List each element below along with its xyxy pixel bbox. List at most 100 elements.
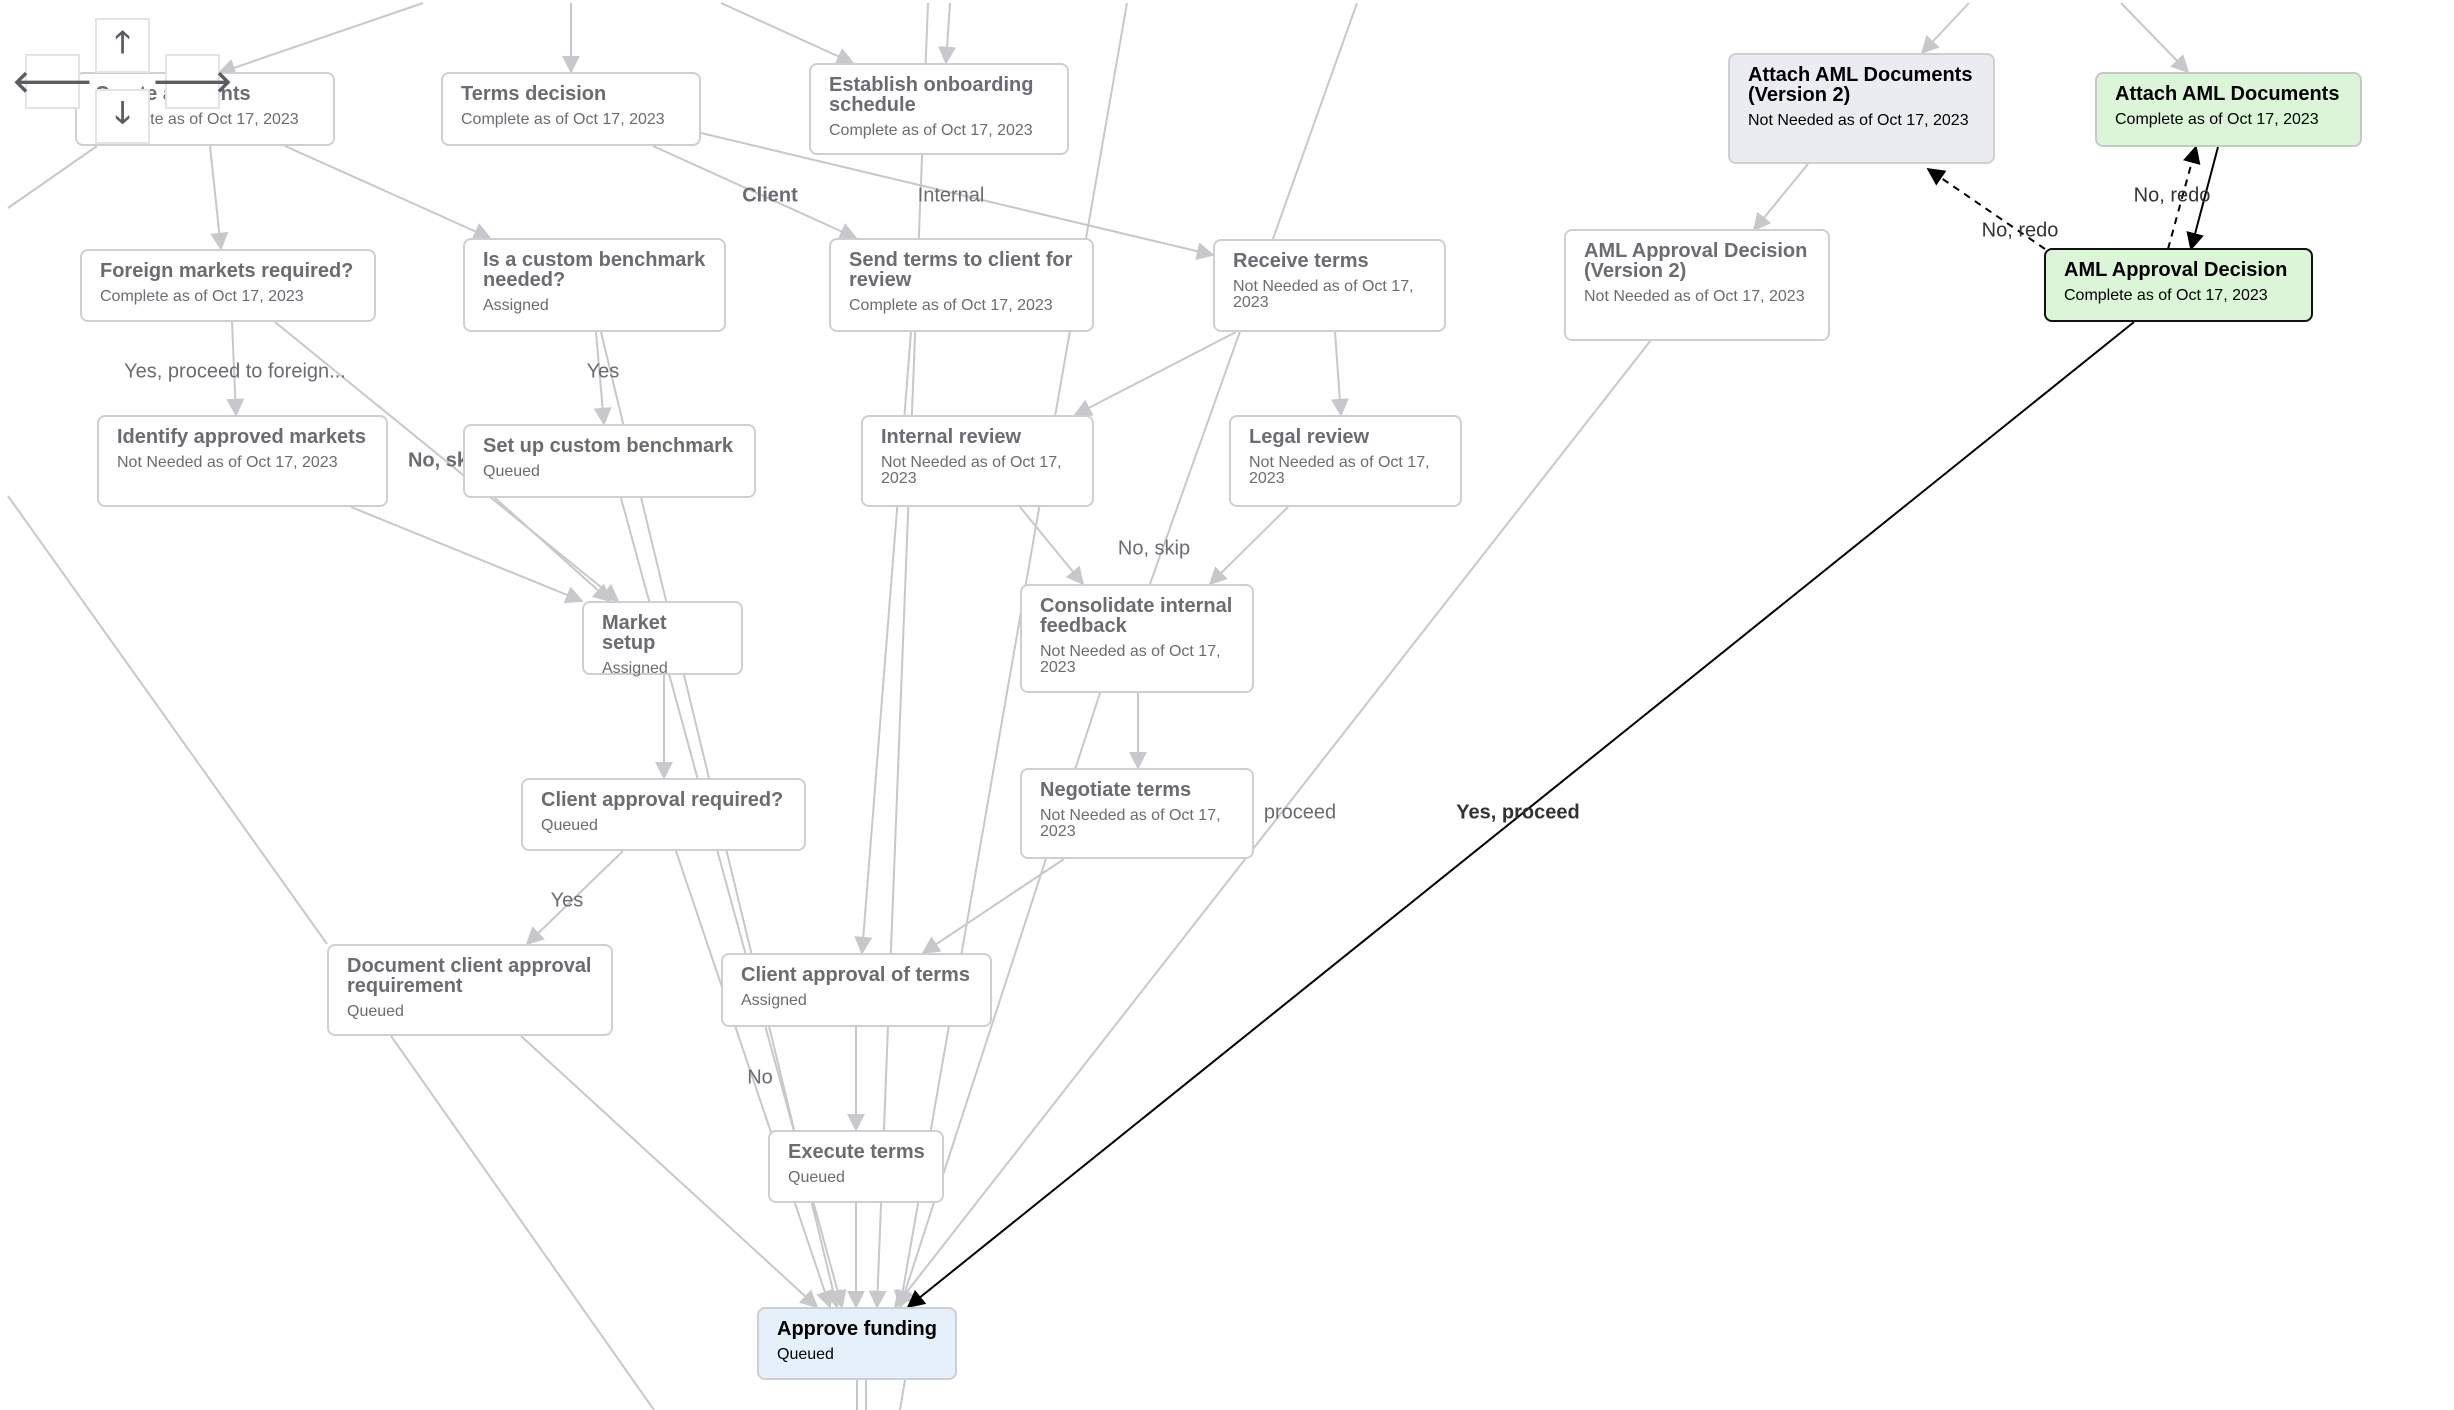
node-negotiate-terms[interactable]: Negotiate terms Not Needed as of Oct 17,… bbox=[1020, 768, 1254, 859]
node-title: Execute terms bbox=[788, 1141, 925, 1163]
node-status: Queued bbox=[541, 817, 598, 834]
node-internal-review[interactable]: Internal review Not Needed as of Oct 17,… bbox=[861, 415, 1094, 507]
node-title: Attach AML Documents (Version 2) bbox=[1748, 64, 1973, 106]
node-title: Set up custom benchmark bbox=[483, 435, 734, 457]
edge-receive-internal bbox=[1073, 331, 1237, 416]
edge-label-no-client-approval: No bbox=[747, 1066, 773, 1089]
node-status: Assigned bbox=[483, 297, 549, 314]
edge-internal-consolidate bbox=[1019, 506, 1085, 586]
node-establish-onboarding[interactable]: Establish onboarding schedule Complete a… bbox=[809, 63, 1069, 155]
node-status: Queued bbox=[788, 1169, 845, 1186]
edge-label-proceed: proceed bbox=[1263, 801, 1337, 824]
edge-label-no-redo: No, redo bbox=[2133, 184, 2211, 207]
node-title: Client approval required? bbox=[541, 789, 784, 811]
edge-identify-market-setup bbox=[350, 506, 584, 604]
pan-up-button[interactable]: 🡑 bbox=[95, 18, 150, 73]
node-execute-terms[interactable]: Execute terms Queued bbox=[768, 1130, 944, 1203]
node-status: Not Needed as of Oct 17, 2023 bbox=[1748, 112, 1969, 129]
edge-label-internal: Internal bbox=[917, 184, 985, 207]
node-receive-terms[interactable]: Receive terms Not Needed as of Oct 17, 2… bbox=[1213, 239, 1446, 332]
pan-right-button[interactable]: 🡒 bbox=[152, 54, 233, 109]
node-title: Internal review bbox=[881, 426, 1022, 448]
node-foreign-markets[interactable]: Foreign markets required? Complete as of… bbox=[80, 249, 376, 322]
edge-label-no-skip-markets: No, sk bbox=[407, 449, 469, 472]
edge-negotiate-client-terms bbox=[921, 858, 1065, 954]
node-status: Not Needed as of Oct 17, 2023 bbox=[1584, 288, 1805, 305]
node-status: Not Needed as of Oct 17, 2023 bbox=[1040, 807, 1221, 840]
node-client-approval-terms[interactable]: Client approval of terms Assigned bbox=[721, 953, 992, 1027]
node-approve-funding[interactable]: Approve funding Queued bbox=[757, 1307, 957, 1380]
node-status: Complete as of Oct 17, 2023 bbox=[829, 122, 1033, 139]
node-title: Establish onboarding schedule bbox=[829, 74, 1034, 116]
edge-top-create-accounts bbox=[217, 2, 424, 77]
node-status: Complete as of Oct 17, 2023 bbox=[2115, 111, 2319, 128]
node-status: Complete as of Oct 17, 2023 bbox=[100, 288, 304, 305]
edge-approve-offscreen-c bbox=[899, 1379, 906, 1410]
edge-label-yes-proceed: Yes, proceed bbox=[1456, 801, 1580, 824]
node-status: Complete as of Oct 17, 2023 bbox=[849, 297, 1053, 314]
node-status: Complete as of Oct 17, 2023 bbox=[2064, 287, 2268, 304]
edge-receive-legal bbox=[1330, 331, 1349, 417]
arrow-left-icon: 🡐 bbox=[12, 65, 93, 99]
arrow-down-icon: 🡓 bbox=[114, 97, 131, 130]
node-setup-benchmark[interactable]: Set up custom benchmark Queued bbox=[463, 424, 756, 498]
edge-setup-market-setup bbox=[494, 497, 612, 603]
node-attach-aml[interactable]: Attach AML Documents Complete as of Oct … bbox=[2095, 72, 2362, 147]
node-terms-decision[interactable]: Terms decision Complete as of Oct 17, 20… bbox=[441, 72, 701, 146]
pan-down-button[interactable]: 🡓 bbox=[95, 89, 150, 144]
node-title: Is a custom benchmark needed? bbox=[483, 249, 706, 291]
edges-layer bbox=[7, 2, 2219, 1410]
node-status: Not Needed as of Oct 17, 2023 bbox=[881, 454, 1062, 487]
node-title: Terms decision bbox=[461, 83, 607, 105]
edge-top-attach bbox=[2120, 2, 2190, 74]
node-title: Negotiate terms bbox=[1040, 779, 1192, 801]
node-aml-decision[interactable]: AML Approval Decision Complete as of Oct… bbox=[2044, 248, 2313, 322]
node-status: Not Needed as of Oct 17, 2023 bbox=[117, 454, 338, 471]
node-identify-markets[interactable]: Identify approved markets Not Needed as … bbox=[97, 415, 388, 507]
node-title: Legal review bbox=[1249, 426, 1370, 448]
edge-create-accounts-offscreen bbox=[7, 145, 98, 209]
node-status: Not Needed as of Oct 17, 2023 bbox=[1249, 454, 1430, 487]
node-client-approval-question[interactable]: Client approval required? Queued bbox=[521, 778, 806, 851]
node-status: Assigned bbox=[741, 992, 807, 1009]
edge-label-client: Client bbox=[742, 184, 798, 207]
edge-create-foreign bbox=[209, 145, 229, 251]
node-title: AML Approval Decision bbox=[2064, 259, 2288, 281]
node-title: Identify approved markets bbox=[117, 426, 366, 448]
edge-label-yes-client-approval: Yes bbox=[550, 889, 584, 912]
node-consolidate-feedback[interactable]: Consolidate internal feedback Not Needed… bbox=[1020, 584, 1254, 693]
node-market-setup[interactable]: Market setup Assigned bbox=[582, 601, 743, 677]
node-aml-decision-v2[interactable]: AML Approval Decision (Version 2) Not Ne… bbox=[1564, 229, 1830, 341]
edge-create-benchmark bbox=[284, 145, 492, 240]
edge-top-establish-b bbox=[938, 2, 957, 65]
node-send-terms[interactable]: Send terms to client for review Complete… bbox=[829, 238, 1094, 332]
node-title: Document client approval requirement bbox=[347, 955, 592, 997]
node-title: Foreign markets required? bbox=[100, 260, 354, 282]
node-legal-review[interactable]: Legal review Not Needed as of Oct 17, 20… bbox=[1229, 415, 1462, 507]
edge-label-yes-benchmark: Yes bbox=[586, 360, 620, 383]
node-title: Market setup bbox=[602, 612, 667, 654]
node-attach-aml-v2[interactable]: Attach AML Documents (Version 2) Not Nee… bbox=[1728, 53, 1995, 164]
arrow-up-icon: 🡑 bbox=[114, 26, 131, 59]
pan-left-button[interactable]: 🡐 bbox=[12, 54, 93, 109]
edge-top-establish-a bbox=[720, 2, 855, 65]
node-title: Approve funding bbox=[777, 1318, 937, 1340]
edge-offscreen-document bbox=[7, 495, 328, 945]
edge-top-attach-v2 bbox=[1920, 2, 1970, 55]
node-status: Not Needed as of Oct 17, 2023 bbox=[1233, 278, 1414, 311]
edge-label-yes-proceed-foreign: Yes, proceed to foreign... bbox=[124, 360, 346, 383]
node-status: Not Needed as of Oct 17, 2023 bbox=[1040, 643, 1221, 676]
node-custom-benchmark-question[interactable]: Is a custom benchmark needed? Assigned bbox=[463, 238, 726, 332]
node-document-client-approval[interactable]: Document client approval requirement Que… bbox=[327, 944, 613, 1036]
node-status: Queued bbox=[777, 1346, 834, 1363]
arrow-right-icon: 🡒 bbox=[152, 65, 233, 99]
edge-document-offscreen bbox=[390, 1035, 655, 1410]
node-title: Receive terms bbox=[1233, 250, 1369, 272]
node-title: AML Approval Decision (Version 2) bbox=[1584, 240, 1808, 282]
node-title: Consolidate internal feedback bbox=[1040, 595, 1233, 637]
edge-label-no-skip-legal: No, skip bbox=[1117, 537, 1191, 560]
node-title: Client approval of terms bbox=[741, 964, 970, 986]
workflow-canvas[interactable]: Client Internal Yes, proceed to foreign.… bbox=[0, 0, 2454, 1410]
node-title: Attach AML Documents bbox=[2115, 83, 2340, 105]
edge-label-no-redo-v2: No, redo bbox=[1981, 219, 2059, 242]
